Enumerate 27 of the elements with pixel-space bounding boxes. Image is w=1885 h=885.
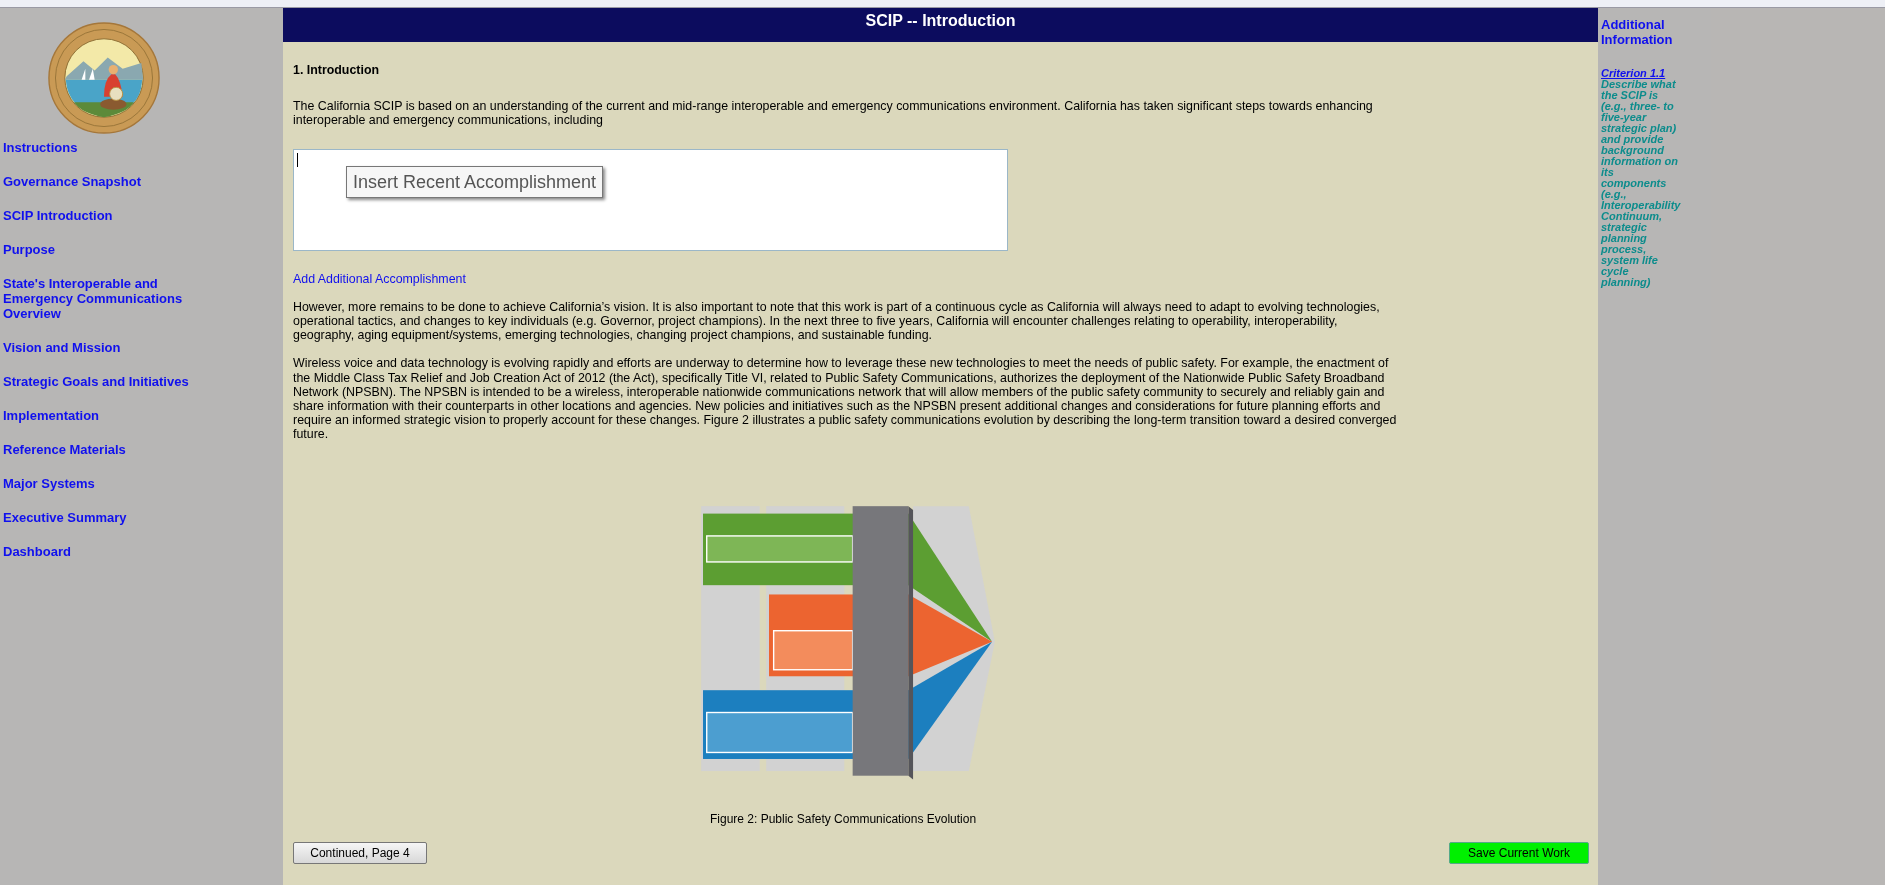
sidebar-link[interactable]: Purpose xyxy=(3,242,203,257)
intro-paragraph: The California SCIP is based on an understanding of the current and mid-range interoperable and emergency communications environment. California has taken significant steps towards enhancing interoperable and emergency communications, including xyxy=(293,99,1374,128)
sidebar-link[interactable]: Strategic Goals and Initiatives xyxy=(3,374,203,389)
sidebar-link[interactable]: Executive Summary xyxy=(3,510,203,525)
sidebar-link[interactable]: Implementation xyxy=(3,408,203,423)
page-title: SCIP -- Introduction xyxy=(283,8,1598,42)
sidebar-link[interactable]: Governance Snapshot xyxy=(3,174,203,189)
section-heading: 1. Introduction xyxy=(293,63,381,78)
body-paragraph: Wireless voice and data technology is evolving rapidly and efforts are underway to determine how to leverage these new technologies to meet the needs of public safety. For example, the enactment of the Middle Class Tax Relief and Job Creation Act of 2012 (the Act), specifically Title VI, related to Public Safety Communications, authorizes the deployment of the Nationwide Public Safety Broadband Network (NPSBN). The NPSBN is intended to be a wireless, interoperable nationwide communications network that will allow members of the public safety community to securely and reliably gain and share information with their counterparts in other locations and agencies. New policies and initiatives such as the NPSBN present additional changes and considerations for future planning efforts and require an informed strategic vision to properly account for these changes. Figure 2 illustrates a public safety communications evolution by describing the long-term transition toward a desired converged future. xyxy=(293,356,1398,442)
criterion-link[interactable]: Criterion 1.1 xyxy=(1601,68,1681,79)
sidebar-link[interactable]: SCIP Introduction xyxy=(3,208,203,223)
text-cursor xyxy=(297,152,298,167)
sidebar-link[interactable]: Vision and Mission xyxy=(3,340,203,355)
sidebar-link[interactable]: Dashboard xyxy=(3,544,203,559)
save-button[interactable]: Save Current Work xyxy=(1449,841,1589,864)
hint-tooltip: Insert Recent Accomplishment xyxy=(346,165,604,198)
body-paragraph: However, more remains to be done to achieve California’s vision. It is also important to note that this work is part of a continuous cycle as California will always need to adapt to evolving technologies, operational tactics, and changes to key individuals (e.g. Governor, project champions). In the next three to five years, California will encounter challenges relating to operability, interoperability, geography, aging equipment/systems, emerging technologies, changing project champions, and sustainable funding. xyxy=(293,299,1381,343)
info-title: Additional Information xyxy=(1601,17,1674,47)
sidebar-link[interactable]: Instructions xyxy=(3,140,203,155)
criterion-description: Describe what the SCIP is (e.g., three- to five-year strategic plan) and provide background information on its components (e.g., Interoperability Continuum, strategic planning process, system life cycle planning) xyxy=(1601,79,1681,288)
sidebar-link[interactable]: Reference Materials xyxy=(3,442,203,457)
figure-caption: Figure 2: Public Safety Communications Evolution xyxy=(709,811,978,826)
accomplishment-field[interactable]: Insert Recent Accomplishment xyxy=(293,148,1008,251)
add-accomplishment-link[interactable]: Add Additional Accomplishment xyxy=(293,271,466,286)
continue-button[interactable]: Continued, Page 4 xyxy=(293,841,427,864)
sidebar-link[interactable]: Major Systems xyxy=(3,476,203,491)
sidebar-link[interactable]: State's Interoperable and Emergency Communications Overview xyxy=(3,276,203,321)
